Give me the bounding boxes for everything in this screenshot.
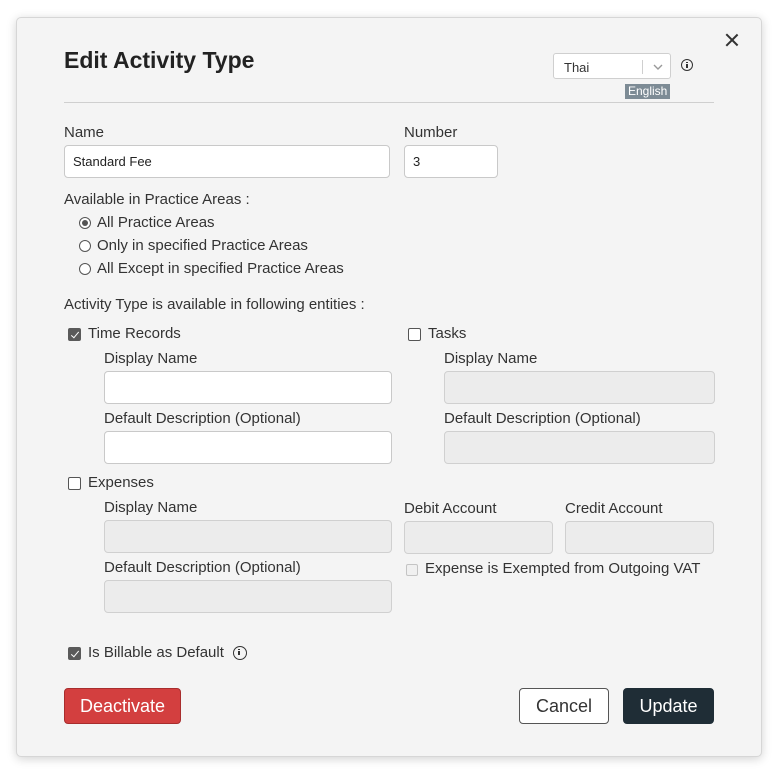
radio-only-specified-label[interactable]: Only in specified Practice Areas [97, 237, 308, 254]
update-button[interactable]: Update [623, 688, 714, 724]
expenses-display-name-input [104, 520, 392, 553]
name-label: Name [64, 124, 105, 141]
dialog-title: Edit Activity Type [64, 47, 255, 73]
expenses-default-desc-label: Default Description (Optional) [104, 559, 301, 576]
radio-all-practice-areas-dot [79, 217, 91, 229]
vat-exempt-checkbox [406, 564, 418, 576]
credit-account-label: Credit Account [565, 500, 663, 517]
tasks-checkbox[interactable] [408, 328, 421, 341]
billable-checkbox[interactable] [68, 647, 81, 660]
entities-label: Activity Type is available in following … [64, 296, 365, 313]
language-tag: English [625, 84, 671, 99]
chevron-down-icon [653, 64, 663, 70]
tasks-display-name-label: Display Name [444, 350, 538, 367]
time-records-display-name-input[interactable] [104, 371, 392, 404]
deactivate-button[interactable]: Deactivate [64, 688, 181, 724]
practice-areas-label: Available in Practice Areas : [64, 191, 250, 208]
close-icon[interactable] [724, 32, 740, 48]
info-icon [233, 646, 247, 660]
debit-account-input [404, 521, 553, 554]
radio-only-specified[interactable] [79, 240, 91, 252]
radio-all-except-dot [79, 263, 91, 275]
radio-all-practice-areas-label[interactable]: All Practice Areas [97, 214, 215, 231]
info-icon [681, 59, 693, 71]
expenses-default-desc-input [104, 580, 392, 613]
select-separator [642, 60, 643, 74]
tasks-label[interactable]: Tasks [428, 325, 466, 342]
expenses-display-name-label: Display Name [104, 499, 198, 516]
name-input[interactable] [64, 145, 390, 178]
number-label: Number [404, 124, 458, 141]
header-divider [64, 102, 714, 103]
tasks-display-name-input [444, 371, 715, 404]
cancel-button[interactable]: Cancel [519, 688, 609, 724]
radio-all-except-label[interactable]: All Except in specified Practice Areas [97, 260, 344, 277]
radio-all-practice-areas[interactable] [79, 217, 91, 229]
time-records-checkbox[interactable] [68, 328, 81, 341]
vat-exempt-label: Expense is Exempted from Outgoing VAT [425, 560, 701, 577]
billable-label[interactable]: Is Billable as Default [88, 644, 224, 661]
time-records-display-name-label: Display Name [104, 350, 198, 367]
expenses-label[interactable]: Expenses [88, 474, 154, 491]
credit-account-input [565, 521, 714, 554]
language-select-value: Thai [564, 60, 590, 75]
radio-all-except[interactable] [79, 263, 91, 275]
radio-only-specified-dot [79, 240, 91, 252]
time-records-label[interactable]: Time Records [88, 325, 181, 342]
time-records-default-desc-label: Default Description (Optional) [104, 410, 301, 427]
debit-account-label: Debit Account [404, 500, 497, 517]
edit-activity-type-dialog: Edit Activity Type Thai English Name Num… [16, 17, 762, 757]
tasks-default-desc-label: Default Description (Optional) [444, 410, 641, 427]
tasks-default-desc-input [444, 431, 715, 464]
language-select[interactable]: Thai [553, 53, 671, 79]
expenses-checkbox[interactable] [68, 477, 81, 490]
number-input[interactable] [404, 145, 498, 178]
time-records-default-desc-input[interactable] [104, 431, 392, 464]
